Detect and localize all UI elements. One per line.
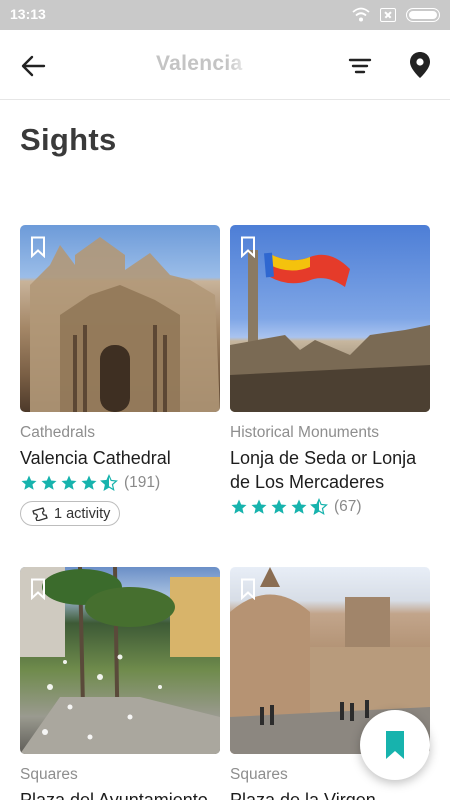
card-title[interactable]: Lonja de Seda or Lonja de Los Mercaderes: [230, 446, 430, 494]
review-count: (191): [124, 474, 161, 491]
bookmark-icon[interactable]: [30, 578, 46, 600]
activity-chip[interactable]: 1 activity: [20, 501, 121, 526]
app-bar: Valencia: [0, 30, 450, 100]
battery-icon: [406, 8, 440, 22]
card-title[interactable]: Plaza del Ayuntamiento: [20, 788, 220, 800]
star-icon: [61, 475, 77, 490]
page-title: Sights: [20, 122, 117, 157]
app-title: Valencia: [156, 52, 243, 75]
star-rating: [20, 474, 118, 492]
activity-label: 1 activity: [54, 505, 111, 522]
card-image[interactable]: [230, 225, 430, 412]
lonja-photo: [230, 250, 430, 412]
status-icons: [352, 7, 440, 23]
star-rating: [230, 498, 328, 516]
sight-card-plaza-del-ayuntamiento[interactable]: Squares Plaza del Ayuntamiento: [20, 567, 220, 800]
saved-bookmarks-button[interactable]: [360, 710, 430, 780]
map-pin-icon[interactable]: [406, 50, 434, 80]
back-arrow-icon[interactable]: [18, 51, 48, 81]
square-photo: [20, 567, 220, 754]
wifi-icon: [352, 7, 370, 22]
bookmark-icon[interactable]: [240, 578, 256, 600]
sight-card-lonja-de-seda[interactable]: Historical Monuments Lonja de Seda or Lo…: [230, 225, 430, 516]
card-category: Cathedrals: [20, 424, 95, 441]
star-half-icon: [100, 474, 118, 491]
rating-row: (67): [230, 498, 430, 516]
star-icon: [231, 499, 247, 514]
cathedral-photo: [30, 237, 220, 412]
card-image[interactable]: [20, 567, 220, 754]
card-category: Squares: [20, 766, 78, 783]
sight-card-valencia-cathedral[interactable]: Cathedrals Valencia Cathedral (191) 1 ac…: [20, 225, 220, 526]
bookmark-filled-icon: [386, 731, 404, 759]
star-icon: [291, 499, 307, 514]
filter-icon[interactable]: [346, 52, 374, 80]
star-icon: [81, 475, 97, 490]
bookmark-icon[interactable]: [240, 236, 256, 258]
bookmark-icon[interactable]: [30, 236, 46, 258]
card-image[interactable]: [20, 225, 220, 412]
no-sim-icon: [380, 8, 396, 22]
star-icon: [21, 475, 37, 490]
status-bar: 13:13: [0, 0, 450, 30]
card-title[interactable]: Plaza de la Virgen: [230, 788, 430, 800]
rating-row: (191): [20, 474, 220, 492]
status-time: 13:13: [10, 6, 46, 22]
review-count: (67): [334, 498, 362, 515]
star-half-icon: [310, 498, 328, 515]
star-icon: [251, 499, 267, 514]
star-icon: [271, 499, 287, 514]
star-icon: [41, 475, 57, 490]
card-category: Historical Monuments: [230, 424, 380, 441]
card-title[interactable]: Valencia Cathedral: [20, 446, 220, 470]
ticket-icon: [32, 506, 48, 521]
